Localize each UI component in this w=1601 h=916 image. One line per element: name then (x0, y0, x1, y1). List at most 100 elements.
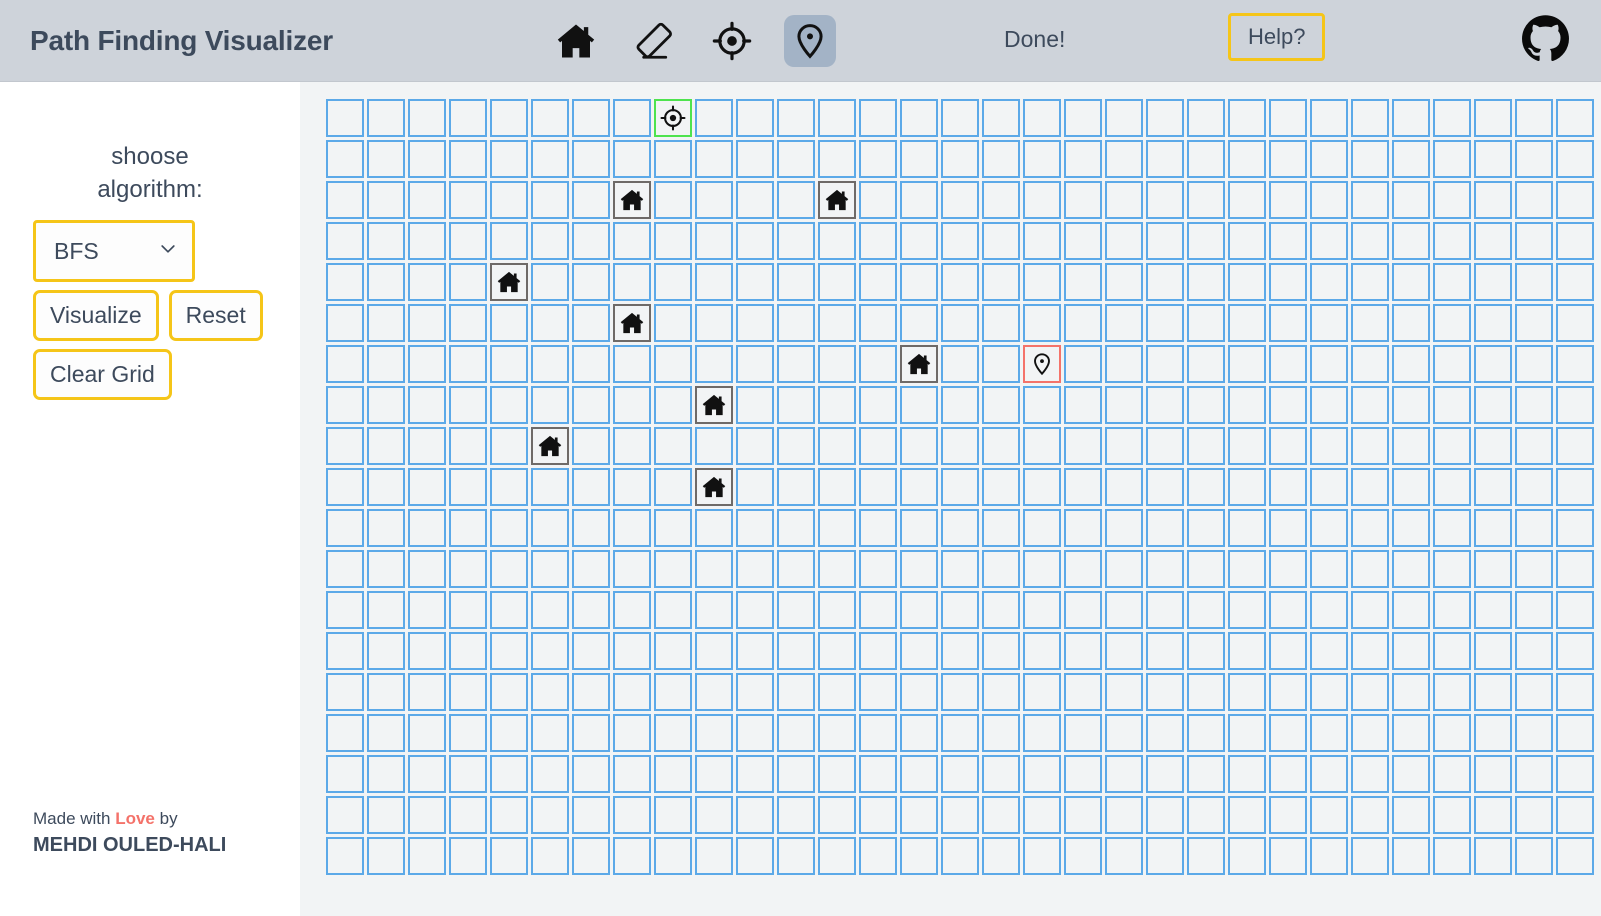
grid-cell[interactable] (941, 755, 979, 793)
grid-cell[interactable] (449, 427, 487, 465)
grid-cell[interactable] (449, 755, 487, 793)
grid-cell[interactable] (818, 673, 856, 711)
grid-cell[interactable] (818, 386, 856, 424)
grid-cell[interactable] (859, 345, 897, 383)
grid-cell[interactable] (1228, 509, 1266, 547)
grid-cell[interactable] (736, 304, 774, 342)
grid-cell[interactable] (1310, 386, 1348, 424)
grid-cell[interactable] (1023, 222, 1061, 260)
grid-cell[interactable] (1515, 837, 1553, 875)
grid-cell[interactable] (736, 345, 774, 383)
grid-cell[interactable] (900, 796, 938, 834)
grid-cell[interactable] (367, 304, 405, 342)
grid-cell[interactable] (818, 550, 856, 588)
grid-cell-wall[interactable] (695, 386, 733, 424)
grid-cell[interactable] (1269, 345, 1307, 383)
grid-cell[interactable] (1474, 550, 1512, 588)
grid-cell-wall[interactable] (613, 181, 651, 219)
grid-cell[interactable] (531, 386, 569, 424)
grid-cell[interactable] (326, 304, 364, 342)
grid-cell[interactable] (490, 796, 528, 834)
grid-cell[interactable] (490, 140, 528, 178)
grid-cell[interactable] (1310, 345, 1348, 383)
grid-cell[interactable] (572, 714, 610, 752)
grid-cell[interactable] (449, 673, 487, 711)
grid-cell[interactable] (1105, 550, 1143, 588)
grid-cell[interactable] (1310, 550, 1348, 588)
grid-cell[interactable] (941, 632, 979, 670)
grid-cell[interactable] (1310, 796, 1348, 834)
wall-tool-button[interactable] (550, 15, 602, 67)
grid-cell[interactable] (818, 222, 856, 260)
grid-cell[interactable] (900, 673, 938, 711)
grid-cell[interactable] (1105, 304, 1143, 342)
grid-cell[interactable] (490, 345, 528, 383)
grid-cell[interactable] (367, 468, 405, 506)
grid-cell[interactable] (1064, 263, 1102, 301)
grid-cell[interactable] (1146, 263, 1184, 301)
grid-cell[interactable] (1474, 591, 1512, 629)
grid-cell[interactable] (1146, 591, 1184, 629)
grid-cell[interactable] (1474, 673, 1512, 711)
grid-cell[interactable] (1187, 140, 1225, 178)
grid-cell[interactable] (613, 714, 651, 752)
grid-cell[interactable] (490, 550, 528, 588)
grid-cell[interactable] (572, 181, 610, 219)
grid-cell[interactable] (982, 632, 1020, 670)
grid-cell[interactable] (1351, 304, 1389, 342)
grid-cell[interactable] (1433, 714, 1471, 752)
grid-cell[interactable] (859, 714, 897, 752)
grid-cell[interactable] (326, 468, 364, 506)
grid-cell[interactable] (982, 673, 1020, 711)
grid-cell[interactable] (1556, 386, 1594, 424)
grid-cell[interactable] (777, 386, 815, 424)
grid-cell[interactable] (531, 304, 569, 342)
grid-cell[interactable] (1146, 673, 1184, 711)
grid-cell[interactable] (1146, 509, 1184, 547)
grid-cell[interactable] (449, 509, 487, 547)
grid-cell[interactable] (859, 673, 897, 711)
grid-cell[interactable] (1351, 427, 1389, 465)
grid-cell[interactable] (654, 181, 692, 219)
grid-cell[interactable] (1228, 755, 1266, 793)
grid-cell[interactable] (326, 222, 364, 260)
grid-cell[interactable] (572, 837, 610, 875)
grid-cell[interactable] (367, 714, 405, 752)
grid-cell[interactable] (1269, 755, 1307, 793)
grid-cell[interactable] (1269, 837, 1307, 875)
grid-cell[interactable] (1392, 427, 1430, 465)
grid-cell[interactable] (777, 755, 815, 793)
grid-cell[interactable] (367, 99, 405, 137)
grid-cell[interactable] (613, 222, 651, 260)
grid-cell[interactable] (1515, 99, 1553, 137)
grid-cell[interactable] (531, 345, 569, 383)
grid-cell[interactable] (613, 345, 651, 383)
grid-cell[interactable] (859, 755, 897, 793)
grid-cell[interactable] (490, 755, 528, 793)
grid-cell[interactable] (1064, 181, 1102, 219)
grid-cell[interactable] (900, 263, 938, 301)
grid-cell[interactable] (1433, 345, 1471, 383)
grid-cell[interactable] (1023, 304, 1061, 342)
grid-cell[interactable] (1474, 99, 1512, 137)
grid-cell[interactable] (736, 550, 774, 588)
grid-cell[interactable] (1351, 632, 1389, 670)
grid-cell[interactable] (982, 304, 1020, 342)
grid-cell[interactable] (736, 796, 774, 834)
grid-cell[interactable] (1515, 263, 1553, 301)
grid-cell[interactable] (1556, 755, 1594, 793)
grid-cell[interactable] (1269, 714, 1307, 752)
grid-cell[interactable] (982, 222, 1020, 260)
grid-cell[interactable] (982, 140, 1020, 178)
grid-cell[interactable] (900, 550, 938, 588)
grid-cell[interactable] (900, 140, 938, 178)
grid-cell[interactable] (408, 632, 446, 670)
grid-cell[interactable] (490, 591, 528, 629)
grid-cell[interactable] (654, 673, 692, 711)
grid-cell[interactable] (900, 755, 938, 793)
grid-cell-wall[interactable] (613, 304, 651, 342)
grid-cell[interactable] (1351, 222, 1389, 260)
grid-cell[interactable] (1433, 550, 1471, 588)
grid-cell[interactable] (1228, 550, 1266, 588)
grid-cell[interactable] (941, 345, 979, 383)
